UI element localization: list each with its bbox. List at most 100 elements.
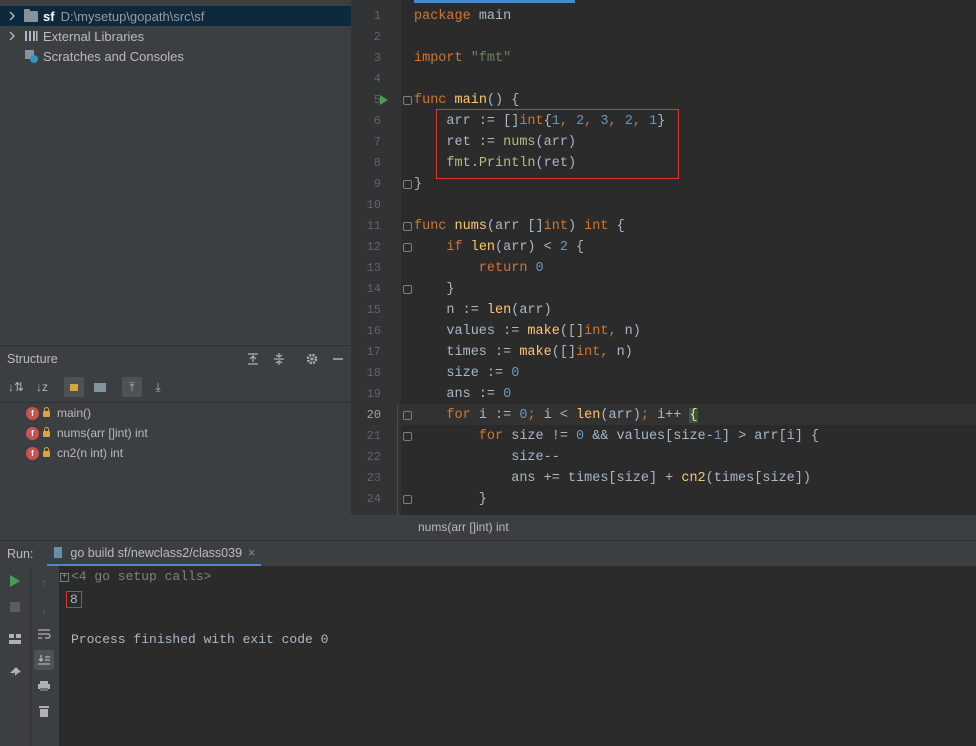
lock-icon bbox=[43, 447, 50, 457]
line-number: 4 bbox=[373, 72, 381, 86]
code-line: values := make([]int, n) bbox=[414, 324, 641, 339]
line-number: 18 bbox=[366, 366, 381, 380]
navigate-from-source-icon[interactable]: ⤒ bbox=[122, 377, 142, 397]
collapse-all-icon[interactable] bbox=[272, 352, 286, 366]
code-line: times := make([]int, n) bbox=[414, 345, 633, 360]
line-number: 12 bbox=[366, 240, 381, 254]
layout-icon[interactable] bbox=[8, 632, 22, 646]
line-number: 16 bbox=[366, 324, 381, 338]
code-line: } bbox=[414, 492, 487, 507]
process-finished: Process finished with exit code 0 bbox=[71, 632, 329, 647]
folder-icon bbox=[24, 8, 38, 22]
fold-icon[interactable] bbox=[403, 180, 412, 189]
scope-guide bbox=[397, 405, 398, 515]
rerun-icon[interactable] bbox=[8, 574, 22, 588]
expand-all-icon[interactable] bbox=[246, 352, 260, 366]
gear-icon[interactable] bbox=[305, 352, 319, 366]
scratches-icon bbox=[25, 50, 38, 63]
fold-icon[interactable] bbox=[403, 411, 412, 420]
function-icon: f bbox=[26, 446, 39, 460]
close-icon[interactable]: × bbox=[248, 546, 255, 560]
highlight-box bbox=[436, 109, 679, 179]
line-number: 3 bbox=[373, 51, 381, 65]
expand-icon[interactable]: + bbox=[60, 573, 69, 582]
line-number: 17 bbox=[366, 345, 381, 359]
structure-header: Structure bbox=[0, 346, 351, 372]
lock-icon bbox=[43, 407, 50, 417]
code-line: package main bbox=[414, 9, 512, 24]
fold-icon[interactable] bbox=[403, 432, 412, 441]
active-tab-indicator bbox=[414, 0, 575, 3]
line-number: 11 bbox=[366, 219, 381, 233]
arrow-up-icon[interactable]: ↑ bbox=[37, 575, 51, 590]
code-line: return 0 bbox=[414, 261, 544, 276]
fold-icon[interactable] bbox=[403, 222, 412, 231]
line-number: 24 bbox=[366, 492, 381, 506]
sort-alphabetically-icon[interactable]: ↓z bbox=[32, 377, 52, 397]
code-line: } bbox=[414, 282, 455, 297]
print-icon[interactable] bbox=[37, 679, 51, 693]
code-line: ans += times[size] + cn2(times[size]) bbox=[414, 471, 811, 486]
structure-toolbar: ↓⇅ ↓z ⤒ ⤓ bbox=[0, 372, 351, 403]
member-label: cn2(n int) int bbox=[57, 446, 124, 460]
sort-by-type-icon[interactable]: ↓⇅ bbox=[6, 377, 26, 397]
output-value: 8 bbox=[66, 591, 82, 608]
line-number: 2 bbox=[373, 30, 381, 44]
line-number: 8 bbox=[373, 156, 381, 170]
minimize-icon[interactable] bbox=[331, 352, 345, 366]
line-number: 19 bbox=[366, 387, 381, 401]
structure-member[interactable]: f main() bbox=[26, 403, 91, 423]
breadcrumb[interactable]: nums(arr []int) int bbox=[351, 515, 976, 540]
line-number: 22 bbox=[366, 450, 381, 464]
tree-root-name: sf bbox=[43, 8, 55, 24]
line-number: 9 bbox=[373, 177, 381, 191]
function-icon: f bbox=[26, 406, 39, 420]
tree-item-scratches[interactable]: Scratches and Consoles bbox=[0, 46, 351, 66]
code-line: for i := 0; i < len(arr); i++ { bbox=[414, 408, 698, 423]
show-fields-icon[interactable] bbox=[90, 377, 110, 397]
run-tab-label: go build sf/newclass2/class039 bbox=[70, 545, 243, 560]
scroll-to-end-icon[interactable] bbox=[34, 650, 54, 670]
structure-member[interactable]: f nums(arr []int) int bbox=[26, 423, 148, 443]
fold-icon[interactable] bbox=[403, 243, 412, 252]
run-gutter-icon[interactable] bbox=[380, 95, 388, 105]
tree-item-label: External Libraries bbox=[43, 28, 145, 44]
line-number: 1 bbox=[373, 9, 381, 23]
structure-member[interactable]: f cn2(n int) int bbox=[26, 443, 123, 463]
code-line: n := len(arr) bbox=[414, 303, 552, 318]
lock-icon bbox=[43, 427, 50, 437]
fold-icon[interactable] bbox=[403, 285, 412, 294]
code-line: size-- bbox=[414, 450, 560, 465]
navigate-to-source-icon[interactable]: ⤓ bbox=[148, 377, 168, 397]
code-line: if len(arr) < 2 { bbox=[414, 240, 585, 255]
chevron-right-icon[interactable] bbox=[6, 30, 18, 42]
line-number: 10 bbox=[366, 198, 381, 212]
line-number: 15 bbox=[366, 303, 381, 317]
run-toolbar: Run: go build sf/newclass2/class039 × bbox=[0, 540, 976, 567]
soft-wrap-icon[interactable] bbox=[37, 627, 51, 641]
show-non-public-icon[interactable] bbox=[64, 377, 84, 397]
run-side-toolbar bbox=[0, 566, 31, 746]
trash-icon[interactable] bbox=[37, 704, 51, 718]
pin-icon[interactable] bbox=[8, 666, 22, 680]
fold-icon[interactable] bbox=[403, 96, 412, 105]
line-number: 14 bbox=[366, 282, 381, 296]
chevron-right-icon[interactable] bbox=[6, 10, 18, 22]
console-side-toolbar: ↑ ↓ bbox=[31, 566, 59, 746]
tree-root-path: D:\mysetup\gopath\src\sf bbox=[60, 8, 205, 24]
member-label: main() bbox=[57, 406, 92, 420]
fold-icon[interactable] bbox=[403, 495, 412, 504]
code-line: } bbox=[414, 177, 423, 192]
arrow-down-icon[interactable]: ↓ bbox=[37, 601, 51, 616]
setup-calls[interactable]: <4 go setup calls> bbox=[71, 569, 211, 584]
console-output[interactable]: + <4 go setup calls> 8 Process finished … bbox=[59, 566, 976, 746]
tree-item-label: Scratches and Consoles bbox=[43, 48, 184, 64]
run-tab[interactable]: go build sf/newclass2/class039 × bbox=[47, 541, 262, 567]
code-line: import "fmt" bbox=[414, 51, 512, 66]
stop-icon[interactable] bbox=[8, 600, 22, 614]
tree-item-sf[interactable]: sf D:\mysetup\gopath\src\sf bbox=[0, 6, 351, 26]
code-line: func main() { bbox=[414, 93, 520, 108]
tree-item-external-libraries[interactable]: External Libraries bbox=[0, 26, 351, 46]
structure-panel: Structure ↓⇅ ↓z ⤒ ⤓ f main() f nums(arr … bbox=[0, 345, 351, 541]
line-number: 7 bbox=[373, 135, 381, 149]
